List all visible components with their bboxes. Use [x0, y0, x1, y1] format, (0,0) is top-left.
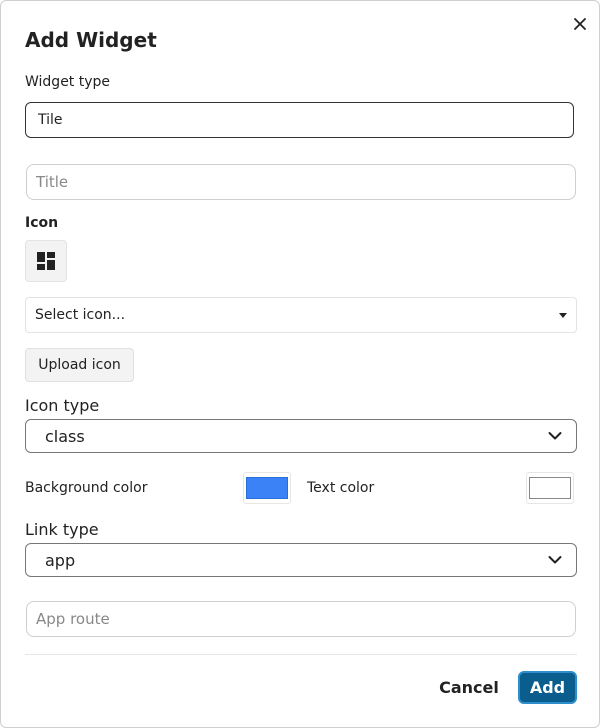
footer-divider — [25, 654, 577, 655]
title-field[interactable] — [26, 164, 576, 200]
link-type-label: Link type — [25, 520, 99, 539]
dialog-title: Add Widget — [25, 28, 157, 52]
icon-select-placeholder: Select icon... — [35, 307, 126, 323]
widget-type-label: Widget type — [25, 74, 111, 90]
dashboard-icon — [25, 240, 67, 282]
widget-type-value: Tile — [38, 112, 63, 128]
icon-type-value: class — [45, 426, 85, 446]
title-input[interactable] — [36, 173, 566, 191]
icon-type-select[interactable]: class — [25, 419, 577, 453]
close-icon[interactable] — [569, 13, 591, 35]
widget-type-field[interactable]: Tile — [25, 102, 574, 138]
icon-type-label: Icon type — [25, 396, 100, 415]
cancel-button[interactable]: Cancel — [433, 671, 505, 703]
text-color-fill — [529, 477, 571, 499]
chevron-down-icon — [548, 556, 562, 564]
icon-select[interactable]: Select icon... — [25, 297, 577, 333]
add-widget-dialog: Add Widget Widget type Tile Icon Select … — [0, 0, 600, 728]
caret-down-icon — [559, 312, 567, 318]
app-route-field[interactable] — [26, 601, 576, 637]
background-color-swatch[interactable] — [243, 472, 291, 504]
text-color-label: Text color — [307, 480, 375, 496]
link-type-value: app — [45, 550, 76, 570]
background-color-label: Background color — [25, 480, 148, 496]
chevron-down-icon — [548, 432, 562, 440]
background-color-fill — [246, 477, 288, 499]
link-type-select[interactable]: app — [25, 543, 577, 577]
upload-icon-button[interactable]: Upload icon — [25, 348, 134, 382]
text-color-swatch[interactable] — [526, 472, 574, 504]
icon-label: Icon — [25, 215, 59, 231]
app-route-input[interactable] — [36, 610, 566, 628]
add-button[interactable]: Add — [518, 671, 577, 704]
